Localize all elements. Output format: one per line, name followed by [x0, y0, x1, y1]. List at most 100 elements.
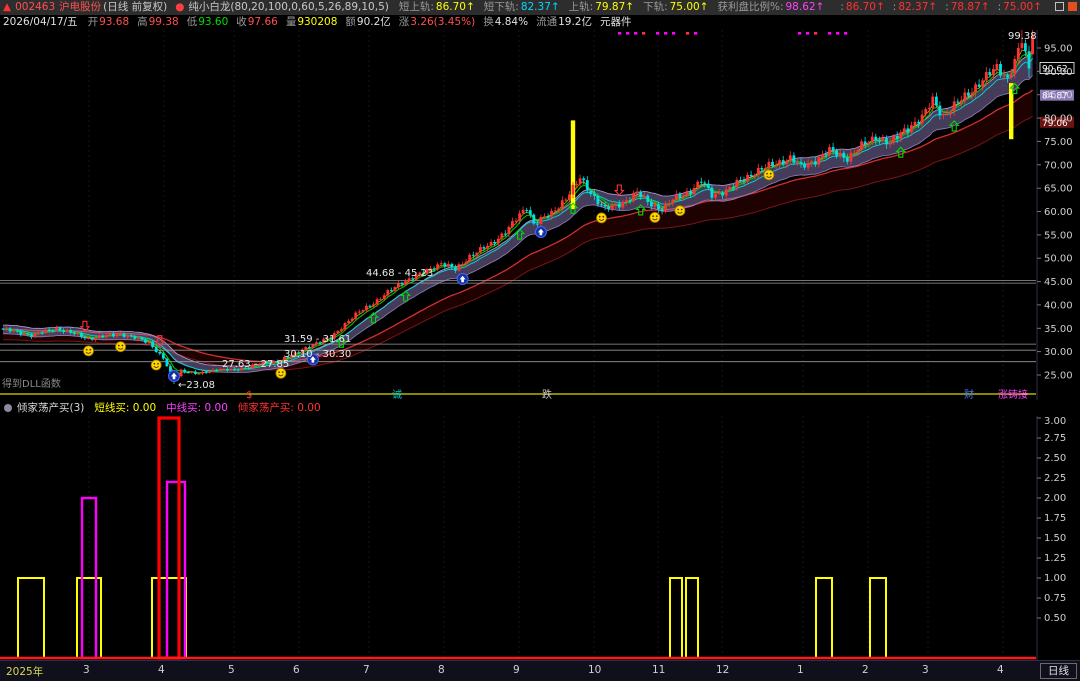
svg-text:30.10 - 30.30: 30.10 - 30.30	[284, 349, 351, 360]
svg-text:50.00: 50.00	[1044, 254, 1073, 265]
svg-text:1.50: 1.50	[1044, 533, 1066, 544]
timeline-month-label: 1	[797, 664, 804, 676]
svg-text:0.75: 0.75	[1044, 593, 1066, 604]
sector-name: 元器件	[599, 16, 632, 28]
timeline-month-label: 6	[293, 664, 300, 676]
signal-bar	[669, 577, 683, 659]
signal-bar	[157, 416, 181, 660]
text-field: 93.60	[198, 16, 229, 28]
svg-text:65.00: 65.00	[1044, 184, 1073, 195]
text-field: 79.87↑	[595, 1, 635, 13]
restore-window-icon[interactable]	[1055, 2, 1064, 11]
text-field: 97.66	[247, 16, 278, 28]
text-field: 获利盘比例%:	[717, 1, 784, 13]
text-field: 流通	[536, 16, 558, 28]
svg-text:40.00: 40.00	[1044, 300, 1073, 311]
smiley-face-marker	[83, 345, 94, 357]
indicator-title: 倾家荡产买(3)	[17, 402, 85, 414]
price-axis: 95.00 90.00 85.00 80.00 75.00 70.00 65.00 60.00…	[1036, 30, 1073, 400]
text-field: :	[945, 1, 949, 13]
svg-text:跌: 跌	[542, 388, 552, 400]
text-field: 高	[137, 16, 148, 28]
svg-text:涨铸接: 涨铸接	[998, 388, 1028, 400]
top-dash-marker	[664, 32, 668, 35]
svg-text:1.25: 1.25	[1044, 553, 1066, 564]
window-controls	[1055, 2, 1077, 11]
top-dash-marker	[694, 32, 698, 35]
svg-text:25.00: 25.00	[1044, 371, 1073, 382]
coin-up-circle-marker	[534, 226, 547, 238]
divider: 得到DLL函数 $ 诚 跌 财 涨铸接	[0, 377, 1036, 400]
top-dash-marker	[844, 32, 848, 35]
text-field: 82.37↑	[520, 1, 560, 13]
timeline-month-label: 9	[513, 664, 520, 676]
text-field: 短下轨:	[483, 1, 519, 13]
svg-text:←23.08: ←23.08	[178, 380, 215, 391]
text-field: 短上轨:	[398, 1, 434, 13]
coin-up-circle-marker	[456, 273, 469, 285]
text-field: 93.68	[99, 16, 130, 28]
text-field: :	[840, 1, 844, 13]
signal-bar	[165, 480, 187, 660]
text-field: 86.70↑	[435, 1, 475, 13]
svg-text:60.00: 60.00	[1044, 207, 1073, 218]
timeline-month-label: 12	[716, 664, 730, 676]
signal-bar	[17, 577, 45, 659]
header-row-1: ▲ 002463 沪电股份 (日线 前复权) ● 纯小白龙(80,20,100,0,60,…	[0, 0, 1080, 15]
month-gridlines	[88, 416, 1004, 658]
text-field: 99.38	[148, 16, 179, 28]
text-field: 90.2亿	[356, 16, 391, 28]
indicator-header: 倾家荡产买(3) 短线买: 0.00 中线买: 0.00 倾家荡产买: 0.00	[0, 400, 1080, 416]
svg-text:得到DLL函数: 得到DLL函数	[2, 377, 61, 390]
top-dash-marker	[828, 32, 832, 35]
text-field: 930208	[297, 16, 338, 28]
svg-text:2.25: 2.25	[1044, 473, 1066, 484]
indicator-bar-chart[interactable]: 3.00 2.75 2.50 2.25 2.00 1.75 1.50 1.25 1.00 0.75…	[0, 416, 1080, 660]
top-dash-marker	[618, 32, 622, 35]
main-candlestick-chart[interactable]: 44.68 - 45.2331.59 - 31.6130.10 - 30.302…	[0, 30, 1080, 400]
text-field: 75.00↑	[669, 1, 709, 13]
signal-markers	[79, 32, 1021, 382]
timeline-month-label: 4	[997, 664, 1004, 676]
indicator-name: 纯小白龙(80,20,100,0,60,5,26,89,10,5)	[188, 1, 389, 13]
svg-text:55.00: 55.00	[1044, 230, 1073, 241]
price-annotations: 44.68 - 45.2331.59 - 31.6130.10 - 30.302…	[178, 31, 1075, 391]
timeline-month-label: 2	[862, 664, 869, 676]
svg-text:75.00: 75.00	[1044, 137, 1073, 148]
timeline-month-label: 2025年	[6, 666, 44, 678]
timeline-month-label: 3	[922, 664, 929, 676]
text-field: 98.62↑	[785, 1, 825, 13]
indicator-dot-icon: ●	[175, 1, 185, 13]
text-field: 量	[285, 16, 297, 28]
text-field: 额	[345, 16, 356, 28]
text-field: 上轨:	[568, 1, 594, 13]
close-window-icon[interactable]	[1068, 2, 1077, 11]
all-in-buy-value: 倾家荡产买: 0.00	[237, 402, 321, 414]
signal-bar	[685, 577, 699, 659]
svg-text:$: $	[246, 390, 252, 400]
svg-text:45.00: 45.00	[1044, 277, 1073, 288]
period-selector[interactable]: 日线	[1040, 663, 1077, 679]
svg-text:31.59 - 31.61: 31.59 - 31.61	[284, 334, 351, 345]
text-field: 收	[236, 16, 247, 28]
text-field: :	[892, 1, 897, 13]
text-field: 换	[483, 16, 494, 28]
smiley-face-marker	[674, 205, 686, 217]
svg-text:3.00: 3.00	[1044, 416, 1066, 427]
ma-lines	[2, 47, 1034, 375]
signal-bar	[869, 577, 887, 659]
chart-mode: (日线 前复权)	[103, 1, 168, 13]
stock-name: 沪电股份	[59, 1, 102, 13]
text-field: 82.37↑	[898, 1, 938, 13]
svg-text:85.00: 85.00	[1044, 90, 1073, 101]
svg-text:99.38: 99.38	[1008, 31, 1037, 42]
svg-text:2.00: 2.00	[1044, 493, 1066, 504]
timeline-month-label: 8	[438, 664, 445, 676]
svg-text:90.00: 90.00	[1044, 67, 1073, 78]
top-dash-marker	[634, 32, 638, 35]
text-field: 开	[87, 16, 99, 28]
svg-text:95.00: 95.00	[1044, 44, 1073, 55]
top-dash-marker	[656, 32, 660, 35]
candlesticks	[1, 30, 1034, 384]
stock-code: 002463	[15, 1, 56, 13]
